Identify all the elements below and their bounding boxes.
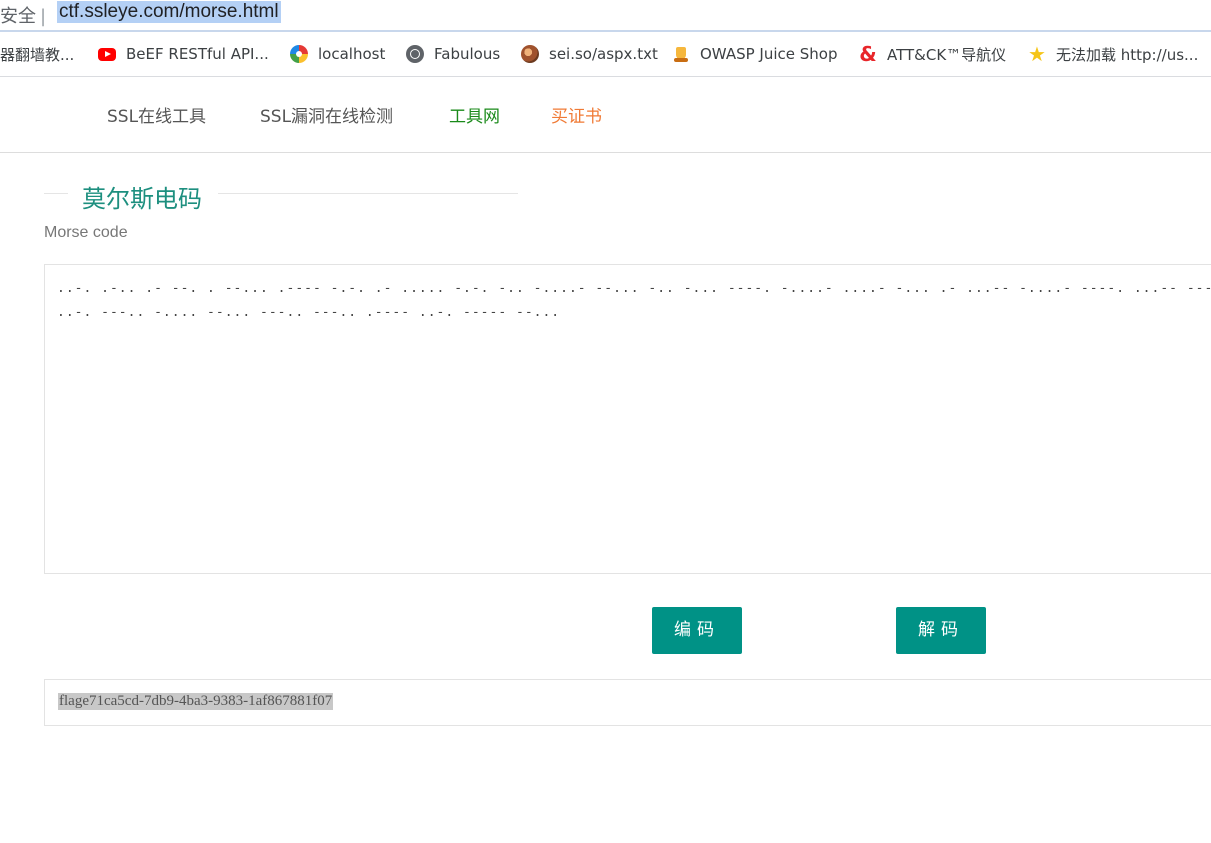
ampersand-icon: & [859,42,877,66]
globe-icon [406,45,424,63]
nav-label: 买证书 [551,107,602,127]
result-output[interactable]: flage71ca5cd-7db9-4ba3-9383-1af867881f07 [44,679,1211,726]
decode-button[interactable]: 解码 [896,607,986,654]
security-indicator[interactable]: 安全 | [0,2,46,28]
url-text[interactable]: ctf.ssleye.com/morse.html [57,1,281,23]
page-title: 莫尔斯电码 [82,185,202,213]
bookmark-unloaded[interactable]: ★ 无法加载 http://us... [1028,44,1198,64]
morse-line: ..-. ---.. -.... --... ---.. ---.. .----… [57,305,561,320]
morse-line: ..-. .-.. .- --. . --... .---- -.-. .- .… [57,281,1211,296]
nav-buy-certificate[interactable]: 买证书 [551,102,602,127]
site-nav: SSL在线工具 SSL漏洞在线检测 工具网 买证书 [0,77,1211,153]
juice-icon [672,45,690,63]
nav-label: SSL在线工具 [107,107,207,127]
nav-tools-site[interactable]: 工具网 [449,102,500,127]
nav-label: 工具网 [449,107,500,127]
bookmark-fabulous[interactable]: Fabulous [406,44,500,64]
page-subtitle: Morse code [44,224,128,241]
url-separator: | [40,6,47,27]
insecure-label: 安全 [0,6,36,27]
bookmark-label: localhost [318,45,386,63]
title-divider-right [218,193,518,194]
localhost-icon [290,45,308,63]
star-icon: ★ [1028,42,1046,66]
morse-input[interactable]: ..-. .-.. .- --. . --... .---- -.-. .- .… [44,264,1211,574]
address-bar[interactable]: 安全 | ctf.ssleye.com/morse.html [0,0,1211,32]
nav-ssl-vuln-check[interactable]: SSL漏洞在线检测 [260,102,393,127]
bookmark-label: BeEF RESTful API... [126,45,269,63]
youtube-icon [98,48,116,61]
bookmark-label: OWASP Juice Shop [700,45,838,63]
encode-button[interactable]: 编码 [652,607,742,654]
bookmark-label: ATT&CK™导航仪 [887,45,1007,64]
bookmark-sei[interactable]: sei.so/aspx.txt [521,44,658,64]
result-text: flage71ca5cd-7db9-4ba3-9383-1af867881f07 [58,693,334,710]
bookmark-label: 无法加载 http://us... [1056,45,1199,64]
bookmark-juice-shop[interactable]: OWASP Juice Shop [672,44,837,64]
nav-label: SSL漏洞在线检测 [260,107,394,127]
bookmark-label: 器翻墙教... [0,45,75,64]
bookmark-beef[interactable]: BeEF RESTful API... [98,44,269,64]
bookmark-label: Fabulous [434,45,501,63]
bookmark-localhost[interactable]: localhost [290,44,385,64]
sei-icon [521,45,539,63]
nav-ssl-tools[interactable]: SSL在线工具 [107,102,206,127]
bookmark-attck[interactable]: & ATT&CK™导航仪 [859,44,1006,64]
bookmark-label: sei.so/aspx.txt [549,45,658,63]
bookmark-item[interactable]: 器翻墙教... [0,44,74,64]
title-divider-left [44,193,68,194]
bookmarks-bar: 器翻墙教... BeEF RESTful API... localhost Fa… [0,32,1211,77]
